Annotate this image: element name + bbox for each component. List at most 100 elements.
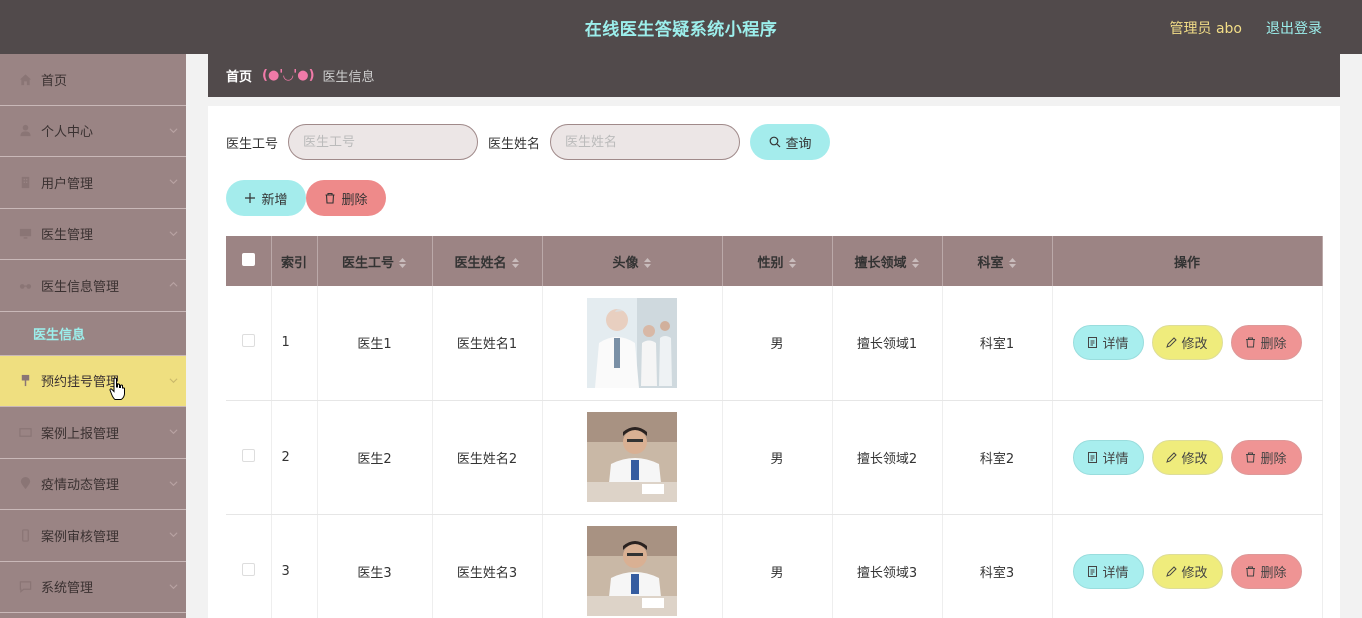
row-specialty: 擅长领域2 <box>832 400 943 515</box>
glasses-icon <box>18 278 32 292</box>
row-doctor-id: 医生3 <box>317 514 433 618</box>
doctor-avatar <box>587 297 677 388</box>
edit-button[interactable]: 修改 <box>1151 439 1223 475</box>
edit-button[interactable]: 修改 <box>1151 325 1223 361</box>
detail-button[interactable]: 详情 <box>1072 553 1144 589</box>
document-icon <box>1088 337 1098 349</box>
query-button-label: 查询 <box>785 136 812 152</box>
sidebar-item-label: 首页 <box>41 73 68 89</box>
sidebar-item-label: 系统管理 <box>41 581 94 597</box>
column-label: 性别 <box>757 255 784 271</box>
chevron-down-icon <box>169 179 178 185</box>
sidebar-item-home[interactable]: 首页 <box>0 54 186 106</box>
sidebar-item-system-management[interactable]: 系统管理 <box>0 562 186 613</box>
delete-button[interactable]: 删除 <box>1230 553 1302 589</box>
card-icon <box>18 425 32 439</box>
doctor-name-label: 医生姓名 <box>488 136 541 152</box>
sort-icon <box>399 258 406 268</box>
sidebar-item-user-management[interactable]: 用户管理 <box>0 157 186 209</box>
row-actions: 详情 修改 删除 <box>1052 400 1323 515</box>
row-checkbox[interactable] <box>241 334 255 348</box>
column-header-doctor-name[interactable]: 医生姓名 <box>432 236 543 286</box>
table-row: 2 医生2 医生姓名2 男 擅长领域2 科室2 详情 修改 删除 <box>226 400 1323 515</box>
row-checkbox[interactable] <box>241 448 255 462</box>
delete-button[interactable]: 删除 <box>1230 325 1302 361</box>
detail-label: 详情 <box>1102 565 1129 581</box>
sidebar-item-epidemic-news-management[interactable]: 疫情动态管理 <box>0 459 186 510</box>
row-department: 科室1 <box>942 286 1053 401</box>
row-specialty: 擅长领域3 <box>832 514 943 618</box>
row-index: 3 <box>271 514 318 618</box>
row-checkbox[interactable] <box>241 562 255 576</box>
pencil-icon <box>1166 337 1178 349</box>
column-label: 医生工号 <box>341 255 394 271</box>
sidebar-item-appointment-management[interactable]: 预约挂号管理 <box>0 355 186 407</box>
detail-button[interactable]: 详情 <box>1072 439 1144 475</box>
column-header-doctor-id[interactable]: 医生工号 <box>317 236 433 286</box>
sidebar-item-label: 疫情动态管理 <box>41 478 120 494</box>
detail-button[interactable]: 详情 <box>1072 325 1144 361</box>
row-gender: 男 <box>722 286 833 401</box>
breadcrumb-home[interactable]: 首页 <box>226 66 252 85</box>
sort-icon <box>1008 258 1016 268</box>
row-doctor-id: 医生2 <box>317 400 433 515</box>
sidebar-item-label: 案例审核管理 <box>41 529 120 545</box>
search-form: 医生工号 医生姓名 查询 <box>226 124 831 160</box>
edit-button[interactable]: 修改 <box>1151 553 1223 589</box>
breadcrumb-current: 医生信息 <box>322 70 375 85</box>
column-label: 头像 <box>612 255 639 271</box>
column-header-specialty[interactable]: 擅长领域 <box>832 236 943 286</box>
column-label: 医生姓名 <box>454 255 507 271</box>
batch-delete-button[interactable]: 删除 <box>306 180 386 216</box>
sidebar-item-case-review-management[interactable]: 案例审核管理 <box>0 510 186 562</box>
add-button[interactable]: 新增 <box>226 180 306 216</box>
sidebar-item-doctor-info-management[interactable]: 医生信息管理 <box>0 260 186 312</box>
sort-icon <box>643 258 651 268</box>
logout-link[interactable]: 退出登录 <box>1266 18 1322 38</box>
breadcrumb: 首页 (●'◡'●) 医生信息 <box>208 54 1340 97</box>
sidebar-item-personal-center[interactable]: 个人中心 <box>0 106 186 157</box>
trash-icon <box>1246 337 1256 348</box>
column-header-avatar[interactable]: 头像 <box>542 236 723 286</box>
column-header-department[interactable]: 科室 <box>942 236 1053 286</box>
edit-label: 修改 <box>1181 337 1208 353</box>
query-button[interactable]: 查询 <box>750 124 831 160</box>
sort-icon <box>788 258 796 268</box>
row-doctor-name: 医生姓名3 <box>432 514 543 618</box>
edit-label: 修改 <box>1181 565 1208 581</box>
search-icon <box>769 136 780 148</box>
table-row: 1 医生1 医生姓名1 男 擅长领域1 科室1 详情 修改 删除 <box>226 286 1323 401</box>
hand-cursor-icon <box>109 377 125 400</box>
doctor-id-label: 医生工号 <box>226 136 279 152</box>
sidebar-item-case-report-management[interactable]: 案例上报管理 <box>0 407 186 459</box>
select-all-cell <box>226 236 272 286</box>
delete-button[interactable]: 删除 <box>1230 439 1302 475</box>
doctor-id-input[interactable] <box>288 124 479 160</box>
select-all-checkbox[interactable] <box>241 252 255 266</box>
column-label: 科室 <box>977 255 1004 271</box>
column-header-gender[interactable]: 性别 <box>722 236 833 286</box>
table-header-row: 索引 医生工号 医生姓名 头像 性别 擅长领域 科室 操作 <box>226 236 1323 286</box>
row-doctor-id: 医生1 <box>317 286 433 401</box>
chevron-down-icon <box>169 378 178 383</box>
location-icon <box>18 477 32 491</box>
admin-label: 管理员 abo <box>1169 21 1242 37</box>
column-label: 操作 <box>1173 255 1200 271</box>
sidebar-subitem-doctor-info[interactable]: 医生信息 <box>0 312 186 356</box>
main-content: 医生工号 医生姓名 查询 新增 删除 索引 医生工号 医生姓名 <box>208 106 1340 618</box>
row-avatar-cell <box>542 286 723 401</box>
doctor-name-input[interactable] <box>550 124 741 160</box>
building-icon <box>18 175 32 189</box>
row-index: 2 <box>271 400 318 515</box>
row-department: 科室3 <box>942 514 1053 618</box>
chevron-down-icon <box>169 481 178 486</box>
chevron-down-icon <box>169 128 178 133</box>
app-title: 在线医生答疑系统小程序 <box>584 20 778 40</box>
doctor-table: 索引 医生工号 医生姓名 头像 性别 擅长领域 科室 操作 1 医生1 医生姓名… <box>226 236 1323 618</box>
row-doctor-name: 医生姓名2 <box>432 400 543 515</box>
trash-icon <box>1246 452 1256 462</box>
row-select-cell <box>226 286 272 401</box>
sidebar-item-doctor-management[interactable]: 医生管理 <box>0 209 186 260</box>
column-header-actions: 操作 <box>1052 236 1323 286</box>
top-header: 在线医生答疑系统小程序 管理员 abo 退出登录 <box>0 0 1362 54</box>
